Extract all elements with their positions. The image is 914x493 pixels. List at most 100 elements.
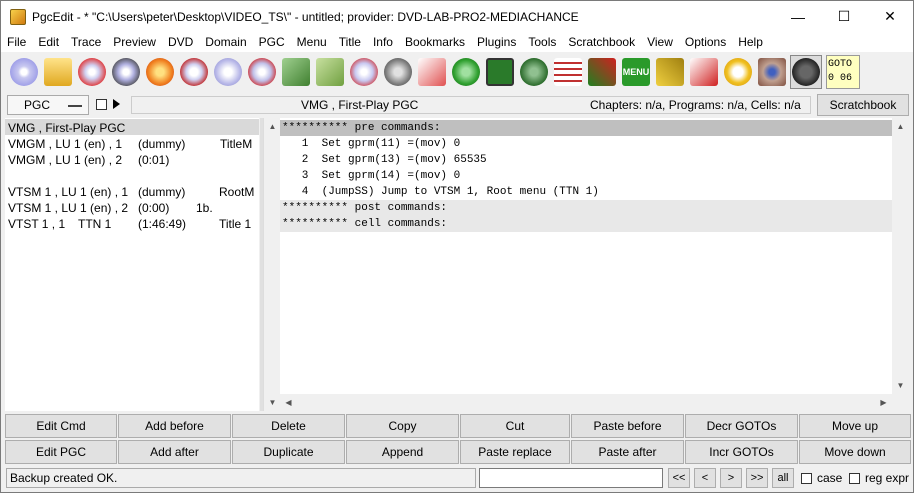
menu-menu[interactable]: Menu xyxy=(291,35,333,49)
menu-pgc[interactable]: PGC xyxy=(253,35,291,49)
menu-scratchbook[interactable]: Scratchbook xyxy=(562,35,641,49)
move-up-button[interactable]: Move up xyxy=(799,414,911,438)
add-after-button[interactable]: Add after xyxy=(118,440,231,464)
edit-pgc-button[interactable]: Edit PGC xyxy=(5,440,117,464)
code-line-post-header[interactable]: ********** post commands: xyxy=(280,200,892,216)
globe-icon[interactable] xyxy=(450,55,482,89)
menu-plugins[interactable]: Plugins xyxy=(471,35,522,49)
preview-play-icon[interactable] xyxy=(484,55,516,89)
pgc-stats: Chapters: n/a, Programs: n/a, Cells: n/a xyxy=(590,98,801,112)
scratchbook-button[interactable]: Scratchbook xyxy=(817,94,909,116)
scroll-right-icon[interactable]: ▶ xyxy=(875,394,892,411)
menu-preview[interactable]: Preview xyxy=(107,35,162,49)
pgc-selector[interactable]: PGC xyxy=(7,95,89,115)
duplicate-button[interactable]: Duplicate xyxy=(232,440,345,464)
scroll-up-icon[interactable]: ▲ xyxy=(264,118,281,135)
delete-button[interactable]: Delete xyxy=(232,414,345,438)
film-reel-icon[interactable] xyxy=(518,55,550,89)
cut-button[interactable]: Cut xyxy=(460,414,570,438)
pgc-list-item[interactable]: VTST 1 , 1 TTN 1 (1:46:49) Title 1 xyxy=(8,216,258,232)
menu-green-icon[interactable]: MENU xyxy=(620,55,652,89)
scroll-down-icon[interactable]: ▼ xyxy=(264,394,281,411)
decr-gotos-button[interactable]: Decr GOTOs xyxy=(685,414,798,438)
menu-tools[interactable]: Tools xyxy=(522,35,562,49)
menu-bookmarks[interactable]: Bookmarks xyxy=(399,35,471,49)
pgc-list-item[interactable]: VTSM 1 , LU 1 (en) , 1 (dummy) RootM xyxy=(8,184,258,200)
paste-replace-button[interactable]: Paste replace xyxy=(460,440,570,464)
menu-view[interactable]: View xyxy=(641,35,679,49)
code-line[interactable]: 1 Set gprm(11) =(mov) 0 xyxy=(280,136,892,152)
ifo-icon[interactable] xyxy=(382,55,414,89)
code-line-pre-header[interactable]: ********** pre commands: xyxy=(280,120,892,136)
play-arrow-icon[interactable] xyxy=(113,99,120,109)
checklist-icon[interactable] xyxy=(552,55,584,89)
regexpr-label: reg expr xyxy=(865,471,910,485)
reload-disc-icon[interactable] xyxy=(76,55,108,89)
search-disc-icon[interactable] xyxy=(178,55,210,89)
search-first-button[interactable]: << xyxy=(668,468,690,488)
chain-link-icon[interactable] xyxy=(654,55,686,89)
list-scrollbar[interactable]: ▲ ▼ xyxy=(263,118,280,411)
minimize-button[interactable]: — xyxy=(775,1,821,32)
paste-before-button[interactable]: Paste before xyxy=(571,414,684,438)
search-input[interactable] xyxy=(479,468,663,488)
scroll-up-icon[interactable]: ▲ xyxy=(892,118,909,135)
menu-title[interactable]: Title xyxy=(333,35,367,49)
new-disc-icon[interactable] xyxy=(110,55,142,89)
paste-after-button[interactable]: Paste after xyxy=(571,440,684,464)
burn-icon[interactable] xyxy=(144,55,176,89)
menu-cross-icon[interactable] xyxy=(586,55,618,89)
disc-bookmark-icon[interactable] xyxy=(246,55,278,89)
regexpr-checkbox[interactable] xyxy=(849,473,860,484)
code-line[interactable]: 4 (JumpSS) Jump to VTSM 1, Root menu (TT… xyxy=(280,184,892,200)
command-editor[interactable]: ********** pre commands: 1 Set gprm(11) … xyxy=(280,118,892,394)
eye-icon[interactable] xyxy=(756,55,788,89)
move-down-button[interactable]: Move down xyxy=(799,440,911,464)
checkmark-disc-icon[interactable] xyxy=(348,55,380,89)
search-last-button[interactable]: >> xyxy=(746,468,768,488)
save-as-icon[interactable] xyxy=(314,55,346,89)
disc-icon[interactable] xyxy=(8,55,40,89)
menu-domain[interactable]: Domain xyxy=(199,35,252,49)
pgc-list-item[interactable]: VTSM 1 , LU 1 (en) , 2 (0:00) 1b. xyxy=(8,200,258,216)
search-all-button[interactable]: all xyxy=(772,468,794,488)
menu-dvd[interactable]: DVD xyxy=(162,35,199,49)
pgc-name: VTSM 1 , LU 1 (en) , 1 xyxy=(8,185,129,199)
tel-icon[interactable] xyxy=(722,55,754,89)
copy-doc-icon[interactable] xyxy=(416,55,448,89)
menu-trace[interactable]: Trace xyxy=(65,35,107,49)
menu-info[interactable]: Info xyxy=(367,35,399,49)
case-checkbox[interactable] xyxy=(801,473,812,484)
incr-gotos-button[interactable]: Incr GOTOs xyxy=(685,440,798,464)
code-line-cell-header[interactable]: ********** cell commands: xyxy=(280,216,892,232)
open-folder-icon[interactable] xyxy=(42,55,74,89)
menu-help[interactable]: Help xyxy=(732,35,769,49)
search-next-button[interactable]: > xyxy=(720,468,742,488)
add-before-button[interactable]: Add before xyxy=(118,414,231,438)
scroll-left-icon[interactable]: ◀ xyxy=(280,394,297,411)
menu-edit[interactable]: Edit xyxy=(32,35,65,49)
pgc-list-item[interactable]: VMGM , LU 1 (en) , 2 (0:01) xyxy=(8,152,258,168)
navigation-icon[interactable] xyxy=(790,55,822,89)
pgc-list-item[interactable]: VMG , First-Play PGC xyxy=(8,120,125,136)
code-line[interactable]: 2 Set gprm(13) =(mov) 65535 xyxy=(280,152,892,168)
menu-options[interactable]: Options xyxy=(679,35,732,49)
editor-vertical-scrollbar[interactable]: ▲ ▼ xyxy=(892,118,909,394)
pgc-list-item[interactable]: VMGM , LU 1 (en) , 1 (dummy) TitleM xyxy=(8,136,258,152)
toolbar: MENU GOTO 0 06 xyxy=(1,53,913,91)
code-line[interactable]: 3 Set gprm(14) =(mov) 0 xyxy=(280,168,892,184)
pgc-selector-value: PGC xyxy=(24,98,51,112)
multi-disc-icon[interactable] xyxy=(212,55,244,89)
append-button[interactable]: Append xyxy=(346,440,459,464)
close-button[interactable]: ✕ xyxy=(867,1,913,32)
editor-horizontal-scrollbar[interactable]: ◀ ▶ xyxy=(280,394,892,411)
maximize-button[interactable]: ☐ xyxy=(821,1,867,32)
search-prev-button[interactable]: < xyxy=(694,468,716,488)
menu-file[interactable]: File xyxy=(1,35,32,49)
scroll-down-icon[interactable]: ▼ xyxy=(892,377,909,394)
numbers-search-icon[interactable] xyxy=(688,55,720,89)
edit-cmd-button[interactable]: Edit Cmd xyxy=(5,414,117,438)
pgc-checkbox[interactable] xyxy=(96,99,107,110)
copy-button[interactable]: Copy xyxy=(346,414,459,438)
save-green-icon[interactable] xyxy=(280,55,312,89)
